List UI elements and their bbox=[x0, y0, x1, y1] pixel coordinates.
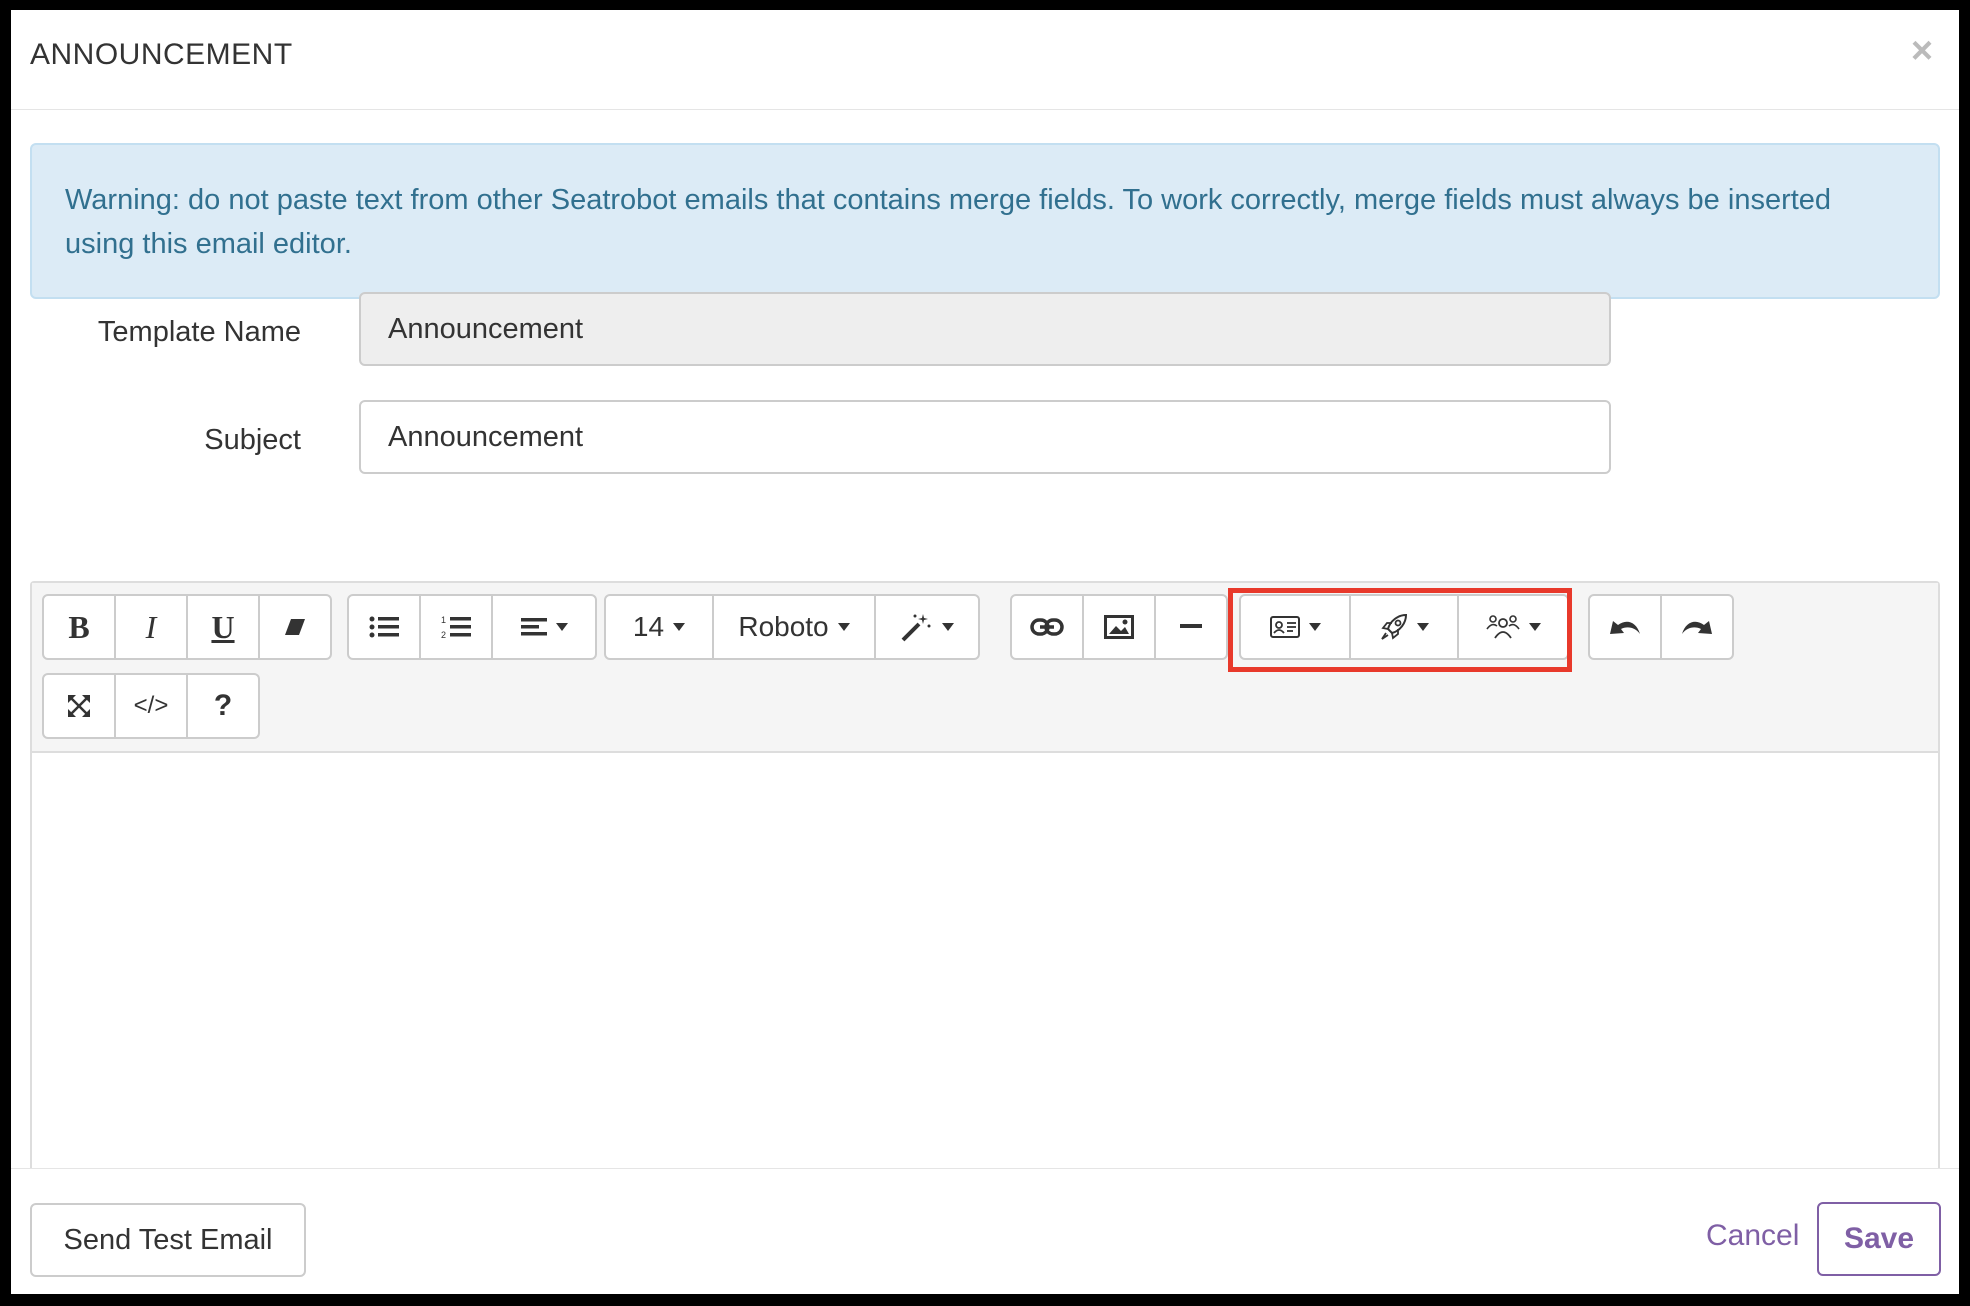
chevron-down-icon bbox=[1416, 623, 1429, 631]
font-size-value: 14 bbox=[632, 611, 665, 642]
italic-button[interactable]: I bbox=[114, 594, 188, 660]
svg-text:1: 1 bbox=[441, 615, 446, 625]
link-button[interactable] bbox=[1010, 594, 1084, 660]
magic-wand-icon bbox=[901, 614, 930, 642]
font-group: 14 Roboto bbox=[604, 594, 980, 660]
redo-button[interactable] bbox=[1660, 594, 1734, 660]
ordered-list-button[interactable]: 12 bbox=[419, 594, 493, 660]
chevron-down-icon bbox=[941, 623, 954, 631]
horizontal-rule-button[interactable] bbox=[1154, 594, 1228, 660]
contact-fields-dropdown[interactable] bbox=[1239, 594, 1351, 660]
modal-title: ANNOUNCEMENT bbox=[30, 38, 293, 71]
code-view-button[interactable]: </> bbox=[114, 673, 188, 739]
chevron-down-icon bbox=[837, 623, 850, 631]
fullscreen-icon bbox=[68, 695, 90, 717]
cancel-link[interactable]: Cancel bbox=[1706, 1219, 1799, 1253]
group-fields-dropdown[interactable] bbox=[1457, 594, 1569, 660]
send-test-email-button[interactable]: Send Test Email bbox=[30, 1203, 306, 1277]
close-icon[interactable]: × bbox=[1907, 32, 1937, 70]
merge-fields-group bbox=[1239, 594, 1569, 660]
list-group: 12 bbox=[347, 594, 597, 660]
svg-text:2: 2 bbox=[441, 630, 446, 640]
underline-button[interactable]: U bbox=[186, 594, 260, 660]
event-fields-dropdown[interactable] bbox=[1349, 594, 1459, 660]
editor-content-area[interactable] bbox=[32, 753, 1938, 1173]
image-icon bbox=[1104, 615, 1134, 639]
contact-card-icon bbox=[1269, 616, 1300, 638]
view-group: </> ? bbox=[42, 673, 260, 739]
announcement-modal: ANNOUNCEMENT × Warning: do not paste tex… bbox=[11, 10, 1959, 1294]
subject-input[interactable]: Announcement bbox=[359, 400, 1611, 474]
chevron-down-icon bbox=[1528, 623, 1541, 631]
help-icon: ? bbox=[213, 689, 233, 722]
users-icon bbox=[1485, 615, 1520, 639]
template-name-label: Template Name bbox=[97, 316, 301, 348]
code-icon: </> bbox=[133, 692, 169, 719]
editor-toolbar: B I U 12 14 Roboto </> ? bbox=[32, 583, 1938, 753]
bold-icon: B bbox=[68, 608, 90, 645]
style-group: B I U bbox=[42, 594, 332, 660]
subject-label: Subject bbox=[204, 424, 301, 456]
align-icon bbox=[520, 618, 547, 636]
history-group bbox=[1588, 594, 1734, 660]
help-button[interactable]: ? bbox=[186, 673, 260, 739]
modal-header: ANNOUNCEMENT × bbox=[11, 10, 1959, 110]
undo-icon bbox=[1610, 621, 1640, 634]
image-button[interactable] bbox=[1082, 594, 1156, 660]
rocket-icon bbox=[1380, 613, 1407, 640]
chevron-down-icon bbox=[555, 623, 568, 631]
eraser-icon bbox=[285, 619, 305, 635]
underline-icon: U bbox=[211, 608, 235, 645]
undo-button[interactable] bbox=[1588, 594, 1662, 660]
bold-button[interactable]: B bbox=[42, 594, 116, 660]
font-family-value: Roboto bbox=[738, 611, 829, 642]
style-dropdown[interactable] bbox=[874, 594, 980, 660]
chevron-down-icon bbox=[1308, 623, 1321, 631]
unordered-list-button[interactable] bbox=[347, 594, 421, 660]
chevron-down-icon bbox=[673, 623, 686, 631]
warning-alert: Warning: do not paste text from other Se… bbox=[30, 143, 1940, 299]
modal-footer: Send Test Email Cancel Save bbox=[11, 1168, 1959, 1294]
font-family-dropdown[interactable]: Roboto bbox=[712, 594, 876, 660]
unordered-list-icon bbox=[369, 616, 399, 638]
link-icon bbox=[1030, 618, 1064, 636]
font-size-dropdown[interactable]: 14 bbox=[604, 594, 714, 660]
insert-group bbox=[1010, 594, 1228, 660]
redo-icon bbox=[1682, 621, 1712, 634]
align-dropdown[interactable] bbox=[491, 594, 597, 660]
ordered-list-icon: 12 bbox=[441, 615, 471, 640]
template-name-field: Announcement bbox=[359, 292, 1611, 366]
save-button[interactable]: Save bbox=[1817, 1202, 1941, 1276]
italic-icon: I bbox=[145, 608, 157, 645]
horizontal-rule-icon bbox=[1180, 624, 1202, 628]
clear-format-button[interactable] bbox=[258, 594, 332, 660]
fullscreen-button[interactable] bbox=[42, 673, 116, 739]
